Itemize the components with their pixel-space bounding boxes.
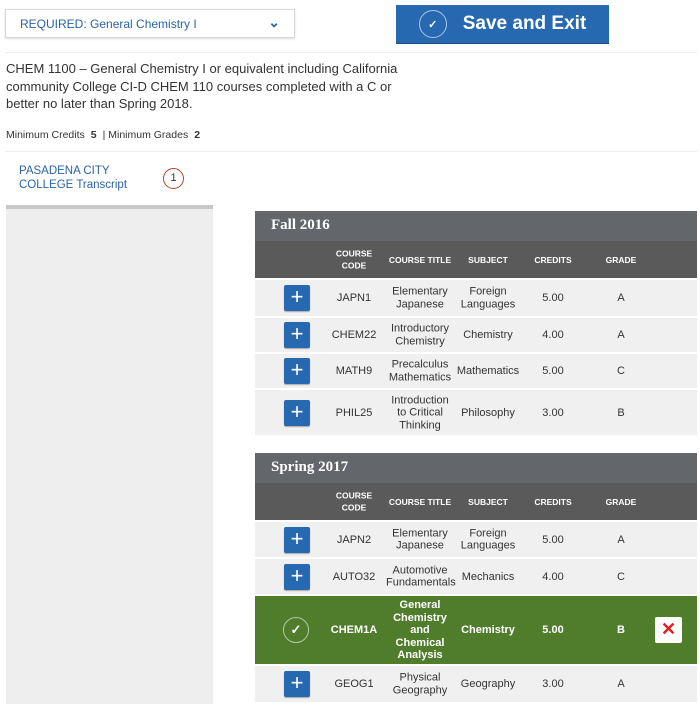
course-title: Physical Geography: [392, 671, 448, 697]
remove-course-button[interactable]: ✕: [655, 617, 682, 643]
course-title: Introductory Chemistry: [390, 322, 450, 348]
course-grade: C: [617, 364, 625, 377]
add-course-button[interactable]: +: [284, 526, 310, 553]
course-subject: Chemistry: [461, 623, 515, 636]
course-subject: Mathematics: [456, 364, 520, 377]
course-row: + JAPN2 Elementary Japanese Foreign Languag…: [255, 522, 697, 557]
column-header-title: COURSE TITLE: [388, 496, 452, 507]
add-course-button[interactable]: +: [284, 285, 310, 311]
course-row: + CHEM22 Introductory Chemistry Chemistry 4.…: [255, 318, 697, 352]
transcript-link[interactable]: PASADENA CITY COLLEGE Transcript: [19, 164, 139, 192]
course-credits: 4.00: [542, 328, 564, 341]
course-subject: Chemistry: [463, 328, 513, 341]
check-circle-icon: ✓: [418, 10, 447, 38]
transcript-count-badge: 1: [163, 168, 184, 189]
course-grade: A: [617, 291, 625, 304]
add-course-button[interactable]: +: [284, 322, 310, 348]
course-subject: Philosophy: [461, 406, 515, 419]
course-grade: A: [617, 328, 625, 341]
course-code: JAPN2: [336, 533, 372, 546]
minimums: Minimum Credits 5 | Minimum Grades 2: [6, 129, 206, 141]
add-course-button[interactable]: +: [284, 399, 310, 426]
course-row: ✓ ✕ CHEM1A General Chemistry and Chemical A…: [255, 596, 697, 664]
min-credits-label: Minimum Credits: [6, 129, 85, 141]
term-section: Spring 2017 COURSE CODE COURSE TITLE SUBJEC…: [255, 453, 697, 702]
check-circle-icon[interactable]: ✓: [283, 617, 309, 643]
course-credits: 5.00: [542, 291, 564, 304]
add-course-button[interactable]: +: [284, 358, 310, 384]
column-header-subject: SUBJECT: [468, 496, 508, 507]
course-subject: Foreign Languages: [460, 285, 516, 311]
column-header-code: COURSE CODE: [335, 490, 373, 513]
divider: [5, 151, 697, 152]
term-header: Fall 2016: [255, 211, 697, 241]
column-header-grade: GRADE: [605, 254, 637, 265]
course-title: Precalculus Mathematics: [388, 358, 452, 384]
course-credits: 3.00: [542, 677, 564, 690]
course-row: + MATH9 Precalculus Mathematics Mathematics…: [255, 354, 697, 388]
course-code: MATH9: [335, 364, 373, 377]
course-code: GEOG1: [334, 677, 374, 690]
course-grade: A: [617, 677, 625, 690]
min-credits-value: 5: [90, 129, 97, 141]
course-code: CHEM22: [331, 328, 377, 341]
course-row: + GEOG1 Physical Geography Geography 3.00 A: [255, 666, 697, 702]
requirement-select[interactable]: REQUIRED: General Chemistry I ⌄: [5, 9, 295, 38]
course-grade: B: [617, 623, 625, 636]
column-header-code: COURSE CODE: [335, 248, 373, 271]
course-credits: 4.00: [542, 570, 564, 583]
add-course-button[interactable]: +: [284, 671, 310, 697]
column-header-grade: GRADE: [605, 496, 637, 507]
course-credits: 3.00: [542, 406, 564, 419]
divider: [5, 52, 697, 53]
min-grades-value: 2: [194, 129, 201, 141]
course-code: PHIL25: [335, 406, 373, 419]
course-subject: Mechanics: [461, 570, 515, 583]
course-credits: 5.00: [542, 364, 564, 377]
column-header-subject: SUBJECT: [468, 254, 508, 265]
course-title: Automotive Fundamentals: [386, 564, 456, 589]
requirement-description: CHEM 1100 – General Chemistry I or equiv…: [6, 61, 398, 111]
course-title: Introduction to Critical Thinking: [391, 393, 449, 431]
course-code: CHEM1A: [330, 623, 378, 636]
course-code: AUTO32: [332, 570, 376, 583]
course-grade: C: [617, 570, 625, 583]
course-grade: B: [617, 406, 625, 419]
requirement-select-value: REQUIRED: General Chemistry I: [20, 17, 197, 31]
course-title: Elementary Japanese: [392, 527, 448, 552]
course-subject: Foreign Languages: [460, 527, 516, 552]
column-header-credits: CREDITS: [534, 496, 572, 507]
course-row: + AUTO32 Automotive Fundamentals Mechanics 4…: [255, 559, 697, 594]
min-grades-label: | Minimum Grades: [102, 129, 189, 141]
course-row: + PHIL25 Introduction to Critical Thinking…: [255, 390, 697, 435]
column-header-row: COURSE CODE COURSE TITLE SUBJECT CREDITS GRA…: [255, 483, 697, 520]
course-title: General Chemistry and Chemical Analysis: [393, 598, 447, 661]
course-title: Elementary Japanese: [392, 285, 448, 311]
term-section: Fall 2016 COURSE CODE COURSE TITLE SUBJECT C…: [255, 211, 697, 435]
chevron-down-icon: ⌄: [268, 14, 280, 30]
column-header-title: COURSE TITLE: [388, 254, 452, 265]
course-row: + JAPN1 Elementary Japanese Foreign Languag…: [255, 280, 697, 316]
sidebar-panel: [6, 205, 213, 704]
term-header: Spring 2017: [255, 453, 697, 483]
course-credits: 5.00: [542, 623, 564, 636]
course-code: JAPN1: [336, 291, 372, 304]
column-header-row: COURSE CODE COURSE TITLE SUBJECT CREDITS GRA…: [255, 241, 697, 278]
column-header-credits: CREDITS: [534, 254, 572, 265]
course-subject: Geography: [460, 677, 516, 690]
add-course-button[interactable]: +: [284, 563, 310, 590]
course-grade: A: [617, 533, 625, 546]
save-button-label: Save and Exit: [462, 13, 587, 34]
save-and-exit-button[interactable]: ✓ Save and Exit: [396, 5, 609, 44]
course-credits: 5.00: [542, 533, 564, 546]
